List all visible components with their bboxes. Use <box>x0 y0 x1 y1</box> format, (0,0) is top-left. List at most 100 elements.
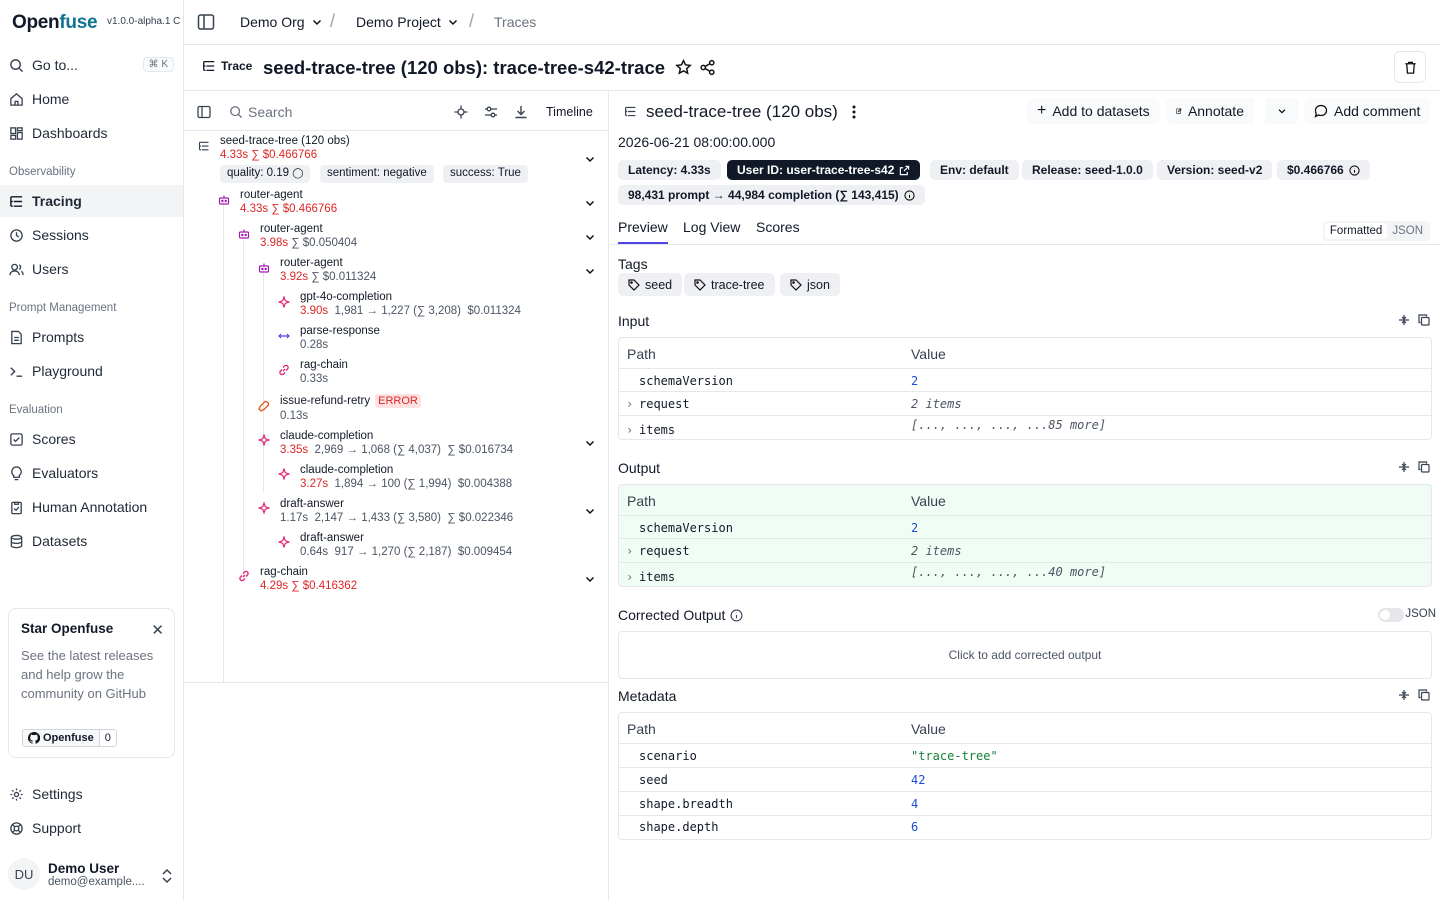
version-label: v1.0.0-alpha.1 C <box>107 16 181 27</box>
breadcrumb-separator: / <box>330 11 336 31</box>
sidebar-item-prompts[interactable]: Prompts <box>0 321 183 353</box>
sidebar-item-human-annotation[interactable]: Human Annotation <box>0 491 183 523</box>
table-row[interactable]: schemaVersion 2 <box>619 516 1431 539</box>
github-star-count: 0 <box>99 729 117 747</box>
chevron-right-icon[interactable]: › <box>626 570 633 584</box>
chevron-right-icon[interactable]: › <box>626 423 633 437</box>
row-path: schemaVersion <box>639 374 733 388</box>
tree-node-name: draft-answer <box>300 532 364 544</box>
sidebar-item-settings[interactable]: Settings <box>0 778 183 810</box>
row-value: [..., ..., ..., ...85 more] <box>911 418 1107 432</box>
breadcrumb-project[interactable]: Demo Project <box>356 14 459 30</box>
panel-toggle-icon[interactable] <box>197 105 211 119</box>
sidebar-item-evaluators[interactable]: Evaluators <box>0 457 183 489</box>
copy-icon[interactable] <box>1418 314 1430 326</box>
sidebar-item-home[interactable]: Home <box>0 83 183 115</box>
sidebar-item-sessions[interactable]: Sessions <box>0 219 183 251</box>
trace-type-label: Trace <box>202 59 252 73</box>
table-row[interactable]: shape.depth 6 <box>619 816 1431 839</box>
sidebar-item-playground[interactable]: Playground <box>0 355 183 387</box>
add-comment-button[interactable]: Add comment <box>1304 98 1431 124</box>
tree-node-cost: ∑ $0.011324 <box>311 271 377 283</box>
github-star-button[interactable]: Openfuse 0 <box>22 729 117 747</box>
add-to-datasets-button[interactable]: + Add to datasets <box>1027 98 1160 124</box>
tag-chip[interactable]: json <box>780 273 840 296</box>
crosshair-icon[interactable] <box>454 105 468 119</box>
sidebar-item-scores[interactable]: Scores <box>0 423 183 455</box>
share-icon[interactable] <box>699 59 716 76</box>
chevron-down-icon[interactable] <box>584 265 596 277</box>
timeline-button[interactable]: Timeline <box>546 105 593 119</box>
button-label: Annotate <box>1187 103 1244 119</box>
chevron-down-icon[interactable] <box>584 505 596 517</box>
collapse-icon[interactable] <box>1398 314 1410 326</box>
tab-preview[interactable]: Preview <box>618 219 668 244</box>
table-row[interactable]: › items [..., ..., ..., ...85 more] <box>619 416 1431 439</box>
section-observability: Observability <box>9 166 76 178</box>
sidebar-item-datasets[interactable]: Datasets <box>0 525 183 557</box>
format-formatted-option[interactable]: Formatted <box>1324 223 1388 239</box>
corrected-json-toggle[interactable] <box>1378 608 1404 622</box>
table-row[interactable]: schemaVersion 2 <box>619 369 1431 392</box>
tree-search-input[interactable]: Search <box>248 104 292 120</box>
sliders-icon[interactable] <box>484 105 498 119</box>
table-row[interactable]: › request 2 items <box>619 392 1431 416</box>
sidebar-item-dashboards[interactable]: Dashboards <box>0 117 183 149</box>
annotate-dropdown-button[interactable] <box>1265 98 1299 124</box>
chevron-right-icon[interactable]: › <box>626 397 633 411</box>
table-header: Path Value <box>619 485 1431 516</box>
sidebar-item-users[interactable]: Users <box>0 253 183 285</box>
close-icon[interactable]: ✕ <box>151 621 164 639</box>
detail-tabs: Preview Log View Scores Formatted JSON <box>610 213 1440 245</box>
sidebar-toggle-icon[interactable] <box>197 13 215 31</box>
delete-button[interactable] <box>1394 51 1426 83</box>
tab-log-view[interactable]: Log View <box>683 219 740 235</box>
table-row[interactable]: scenario "trace-tree" <box>619 744 1431 768</box>
annotate-button[interactable]: Annotate <box>1166 98 1254 124</box>
list-tree-icon <box>10 195 23 207</box>
search-icon <box>10 58 24 72</box>
more-vertical-icon[interactable] <box>851 104 857 120</box>
table-row[interactable]: seed 42 <box>619 768 1431 792</box>
download-icon[interactable] <box>514 105 528 119</box>
copy-icon[interactable] <box>1418 461 1430 473</box>
collapse-icon[interactable] <box>1398 689 1410 701</box>
tag-chip[interactable]: trace-tree <box>684 273 775 296</box>
chevron-down-icon[interactable] <box>584 437 596 449</box>
table-row[interactable]: › items [..., ..., ..., ...40 more] <box>619 563 1431 586</box>
breadcrumb-org[interactable]: Demo Org <box>240 14 323 30</box>
collapse-icon[interactable] <box>1398 461 1410 473</box>
chevron-right-icon[interactable]: › <box>626 544 633 558</box>
sidebar-item-tracing[interactable]: Tracing <box>0 185 183 217</box>
copy-icon[interactable] <box>1418 689 1430 701</box>
user-id-badge[interactable]: User ID: user-trace-tree-s42 <box>727 160 921 180</box>
corrected-output-box[interactable]: Click to add corrected output <box>618 631 1432 679</box>
tag-chip[interactable]: seed <box>618 273 683 296</box>
row-value: 2 <box>911 374 919 388</box>
chevron-down-icon[interactable] <box>584 573 596 585</box>
chevrons-up-down-icon[interactable] <box>160 868 174 884</box>
tree-guide <box>263 267 264 492</box>
format-json-option[interactable]: JSON <box>1387 223 1428 239</box>
user-menu[interactable]: DU Demo User demo@example.... <box>8 858 145 890</box>
star-icon[interactable] <box>675 59 692 76</box>
input-table: Path Value schemaVersion 2 › request 2 i… <box>618 337 1432 440</box>
table-row[interactable]: shape.breadth 4 <box>619 792 1431 816</box>
tree-node-cost: ∑ $0.466766 <box>271 203 338 215</box>
chevron-down-icon[interactable] <box>584 197 596 209</box>
section-evaluation: Evaluation <box>9 404 63 416</box>
chevron-down-icon[interactable] <box>584 231 596 243</box>
tree-node-latency: 0.13s <box>280 410 309 422</box>
chevron-down-icon[interactable] <box>584 153 596 165</box>
output-tools <box>1398 461 1430 473</box>
tab-scores[interactable]: Scores <box>756 219 800 235</box>
breadcrumb-page[interactable]: Traces <box>494 14 536 30</box>
tags-label: Tags <box>618 256 648 272</box>
goto-search-button[interactable]: Go to... ⌘ K <box>0 49 183 81</box>
brand-logo[interactable]: Openfuse <box>12 12 98 34</box>
list-tree-icon <box>203 60 215 72</box>
search-icon <box>230 106 243 119</box>
sidebar-item-support[interactable]: Support <box>0 812 183 844</box>
observation-title: seed-trace-tree (120 obs) <box>646 102 838 121</box>
table-row[interactable]: › request 2 items <box>619 539 1431 563</box>
